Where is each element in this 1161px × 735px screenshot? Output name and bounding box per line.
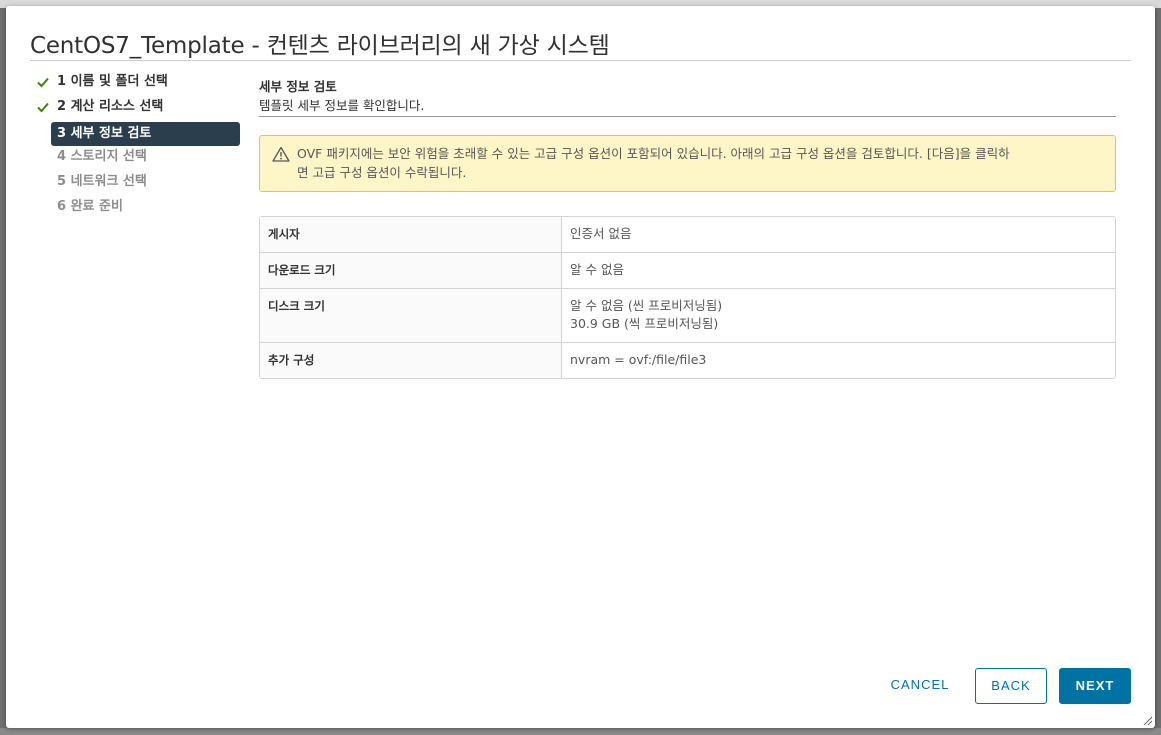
cancel-button[interactable]: CANCEL [880,668,960,704]
detail-key: 게시자 [260,217,562,253]
alert-text-line-2: 면 고급 구성 옵션이 수락됩니다. [297,165,467,180]
check-icon [37,77,49,88]
alert-text-line-1: OVF 패키지에는 보안 위험을 초래할 수 있는 고급 구성 옵션이 포함되어… [297,146,1010,161]
detail-key: 다운로드 크기 [260,253,562,289]
new-vm-wizard-dialog: CentOS7_Template - 컨텐츠 라이브러리의 새 가상 시스템 1… [6,6,1155,728]
background-app-strip-bottom [0,728,1161,735]
detail-value-line: 알 수 없음 (씬 프로비저닝됨) [570,298,723,313]
table-row: 추가 구성 nvram = ovf:/file/file3 [260,343,1115,378]
details-table: 게시자 인증서 없음 다운로드 크기 알 수 없음 디스크 크기 알 수 없음 … [259,216,1116,379]
step-6-ready-complete: 6 완료 준비 [36,197,241,222]
step-content: 세부 정보 검토 템플릿 세부 정보를 확인합니다. OVF 패키지에는 보안 … [259,76,1116,379]
detail-value-line: nvram = ovf:/file/file3 [570,352,707,367]
detail-value: 인증서 없음 [562,217,1115,253]
step-4-storage: 4 스토리지 선택 [36,147,241,172]
next-button[interactable]: NEXT [1059,668,1131,704]
step-label: 4 스토리지 선택 [57,149,147,164]
step-3-review-details[interactable]: 3 세부 정보 검토 [51,122,240,146]
detail-value-line: 인증서 없음 [570,226,632,241]
detail-value: 알 수 없음 [562,253,1115,289]
detail-value-line: 알 수 없음 [570,262,624,277]
table-row: 다운로드 크기 알 수 없음 [260,253,1115,289]
step-2-compute-resource[interactable]: 2 계산 리소스 선택 [36,97,241,122]
step-label: 6 완료 준비 [57,199,123,214]
warning-icon [272,146,290,162]
back-button[interactable]: BACK [975,668,1047,704]
table-row: 디스크 크기 알 수 없음 (씬 프로비저닝됨) 30.9 GB (씩 프로비저… [260,289,1115,343]
step-label: 1 이름 및 폴더 선택 [57,74,168,89]
title-divider [30,60,1131,61]
detail-key: 디스크 크기 [260,289,562,343]
step-5-network: 5 네트워크 선택 [36,172,241,197]
section-title: 세부 정보 검토 [259,79,337,94]
wizard-steps: 1 이름 및 폴더 선택 2 계산 리소스 선택 3 세부 정보 검토 4 스토… [36,72,241,222]
resize-grip-icon[interactable] [1142,715,1152,725]
section-divider [259,116,1116,117]
detail-key: 추가 구성 [260,343,562,378]
step-1-name-folder[interactable]: 1 이름 및 폴더 선택 [36,72,241,97]
step-label: 3 세부 정보 검토 [57,126,152,141]
detail-value: nvram = ovf:/file/file3 [562,343,1115,378]
section-subtitle: 템플릿 세부 정보를 확인합니다. [259,98,425,113]
dialog-title: CentOS7_Template - 컨텐츠 라이브러리의 새 가상 시스템 [30,33,610,59]
warning-alert: OVF 패키지에는 보안 위험을 초래할 수 있는 고급 구성 옵션이 포함되어… [259,135,1116,192]
detail-value-line: 30.9 GB (씩 프로비저닝됨) [570,316,719,331]
check-icon [37,102,49,113]
step-label: 5 네트워크 선택 [57,174,147,189]
table-row: 게시자 인증서 없음 [260,217,1115,253]
step-label: 2 계산 리소스 선택 [57,99,164,114]
detail-value: 알 수 없음 (씬 프로비저닝됨) 30.9 GB (씩 프로비저닝됨) [562,289,1115,343]
